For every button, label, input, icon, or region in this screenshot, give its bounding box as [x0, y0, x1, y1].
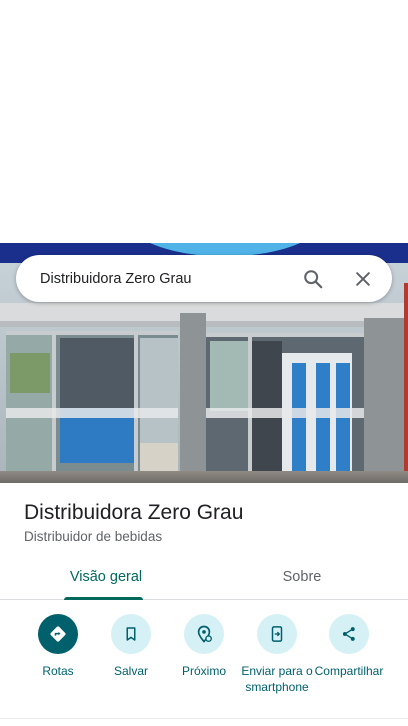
clear-search-button[interactable] — [342, 258, 384, 300]
tab-about[interactable]: Sobre — [200, 554, 404, 600]
search-icon — [302, 268, 324, 290]
search-bar[interactable]: Distribuidora Zero Grau — [16, 255, 392, 302]
search-button[interactable] — [292, 258, 334, 300]
share-label: Compartilhar — [314, 664, 384, 678]
send-to-phone-circle — [257, 614, 297, 654]
place-category: Distribuidor de bebidas — [24, 529, 163, 544]
nearby-button[interactable]: Próximo — [164, 614, 244, 679]
send-to-phone-icon — [268, 625, 286, 643]
directions-icon — [48, 624, 68, 644]
nearby-circle — [184, 614, 224, 654]
share-circle — [329, 614, 369, 654]
divider — [0, 718, 408, 719]
directions-label: Rotas — [42, 664, 74, 678]
close-icon — [353, 269, 373, 289]
directions-button[interactable]: Rotas — [18, 614, 98, 679]
tab-bar: Visão geral Sobre — [0, 554, 408, 600]
share-button[interactable]: Compartilhar — [309, 614, 389, 679]
nearby-icon — [194, 624, 214, 644]
action-bar: Rotas Salvar Próximo Enviar para o smart… — [0, 600, 408, 720]
tab-overview[interactable]: Visão geral — [4, 554, 208, 600]
directions-circle — [38, 614, 78, 654]
search-input[interactable]: Distribuidora Zero Grau — [16, 271, 292, 287]
save-label: Salvar — [113, 664, 148, 678]
place-title: Distribuidora Zero Grau — [24, 501, 244, 524]
send-to-phone-button[interactable]: Enviar para o smartphone — [237, 614, 317, 695]
save-button[interactable]: Salvar — [91, 614, 171, 679]
share-icon — [340, 625, 358, 643]
bookmark-icon — [122, 625, 140, 643]
save-circle — [111, 614, 151, 654]
nearby-label: Próximo — [181, 664, 226, 678]
send-to-phone-label: Enviar para o smartphone — [241, 664, 313, 694]
